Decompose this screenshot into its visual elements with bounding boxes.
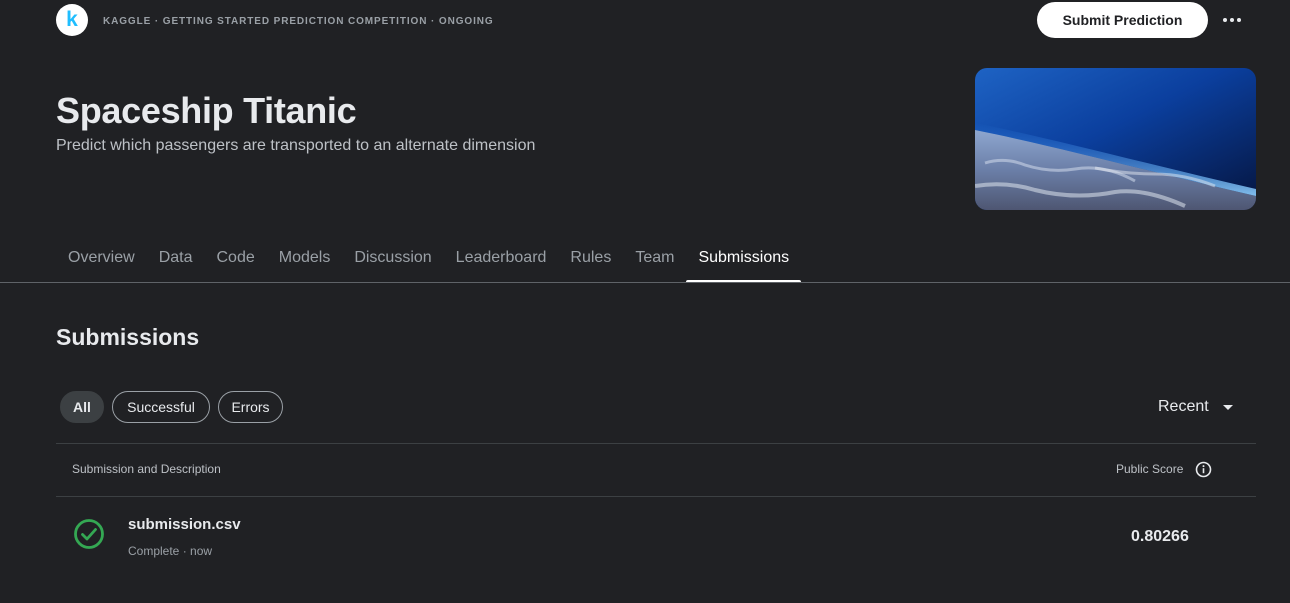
tab-rules[interactable]: Rules — [558, 244, 623, 283]
tab-team[interactable]: Team — [623, 244, 686, 283]
submission-file-name[interactable]: submission.csv — [128, 516, 241, 533]
table-top-divider — [56, 443, 1256, 444]
info-icon[interactable] — [1195, 461, 1212, 478]
tab-leaderboard[interactable]: Leaderboard — [444, 244, 559, 283]
tab-data[interactable]: Data — [147, 244, 205, 283]
kaggle-logo-letter: k — [66, 7, 78, 31]
submit-prediction-button[interactable]: Submit Prediction — [1037, 2, 1208, 38]
table-header-divider — [56, 496, 1256, 497]
tab-overview[interactable]: Overview — [56, 244, 147, 283]
column-header-public-score: Public Score — [1116, 462, 1184, 476]
kaggle-logo[interactable]: k — [56, 4, 88, 36]
submission-status: Complete · now — [128, 544, 213, 558]
filter-successful-chip[interactable]: Successful — [112, 391, 210, 423]
tabs-divider — [0, 282, 1290, 283]
more-options-icon[interactable] — [1218, 8, 1246, 32]
column-header-description: Submission and Description — [72, 462, 221, 476]
tab-submissions[interactable]: Submissions — [686, 244, 801, 283]
page-subtitle: Predict which passengers are transported… — [56, 137, 536, 154]
submission-public-score: 0.80266 — [1131, 528, 1189, 545]
tab-discussion[interactable]: Discussion — [342, 244, 443, 283]
filter-all-chip[interactable]: All — [60, 391, 104, 423]
competition-tabs: Overview Data Code Models Discussion Lea… — [56, 244, 801, 283]
page-title: Spaceship Titanic — [56, 90, 357, 131]
competition-header-image — [975, 68, 1256, 210]
kaggle-competition-page: k KAGGLE · GETTING STARTED PREDICTION CO… — [0, 0, 1290, 603]
submissions-heading: Submissions — [56, 324, 200, 350]
filter-errors-chip[interactable]: Errors — [218, 391, 283, 423]
caret-down-icon — [1222, 404, 1233, 410]
sort-label: Recent — [1158, 398, 1209, 415]
tab-code[interactable]: Code — [204, 244, 266, 283]
competition-breadcrumb: KAGGLE · GETTING STARTED PREDICTION COMP… — [103, 16, 494, 27]
check-circle-icon — [74, 519, 104, 549]
tab-models[interactable]: Models — [267, 244, 343, 283]
sort-dropdown[interactable]: Recent — [1158, 398, 1233, 416]
